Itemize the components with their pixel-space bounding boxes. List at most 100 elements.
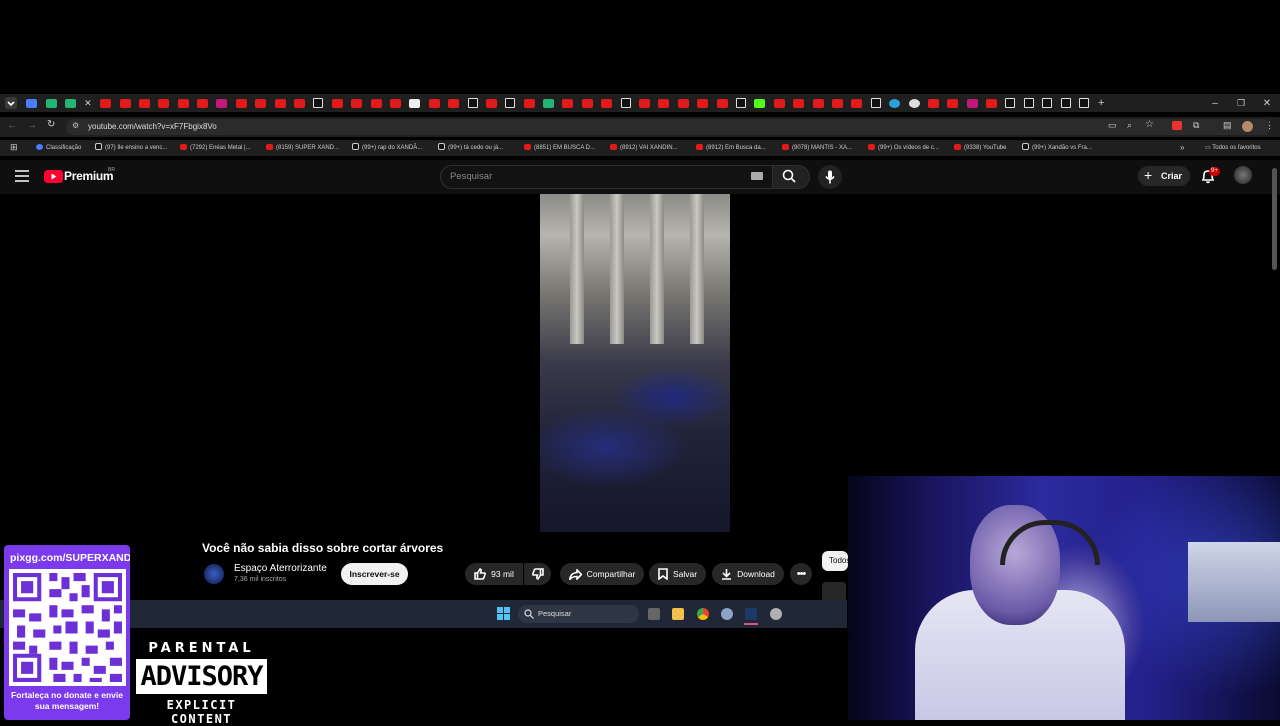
tab-favicon[interactable] [908,98,920,108]
keyboard-icon[interactable] [751,172,763,180]
tab-favicon[interactable] [831,98,843,108]
tab-favicon[interactable] [448,98,460,108]
bookmark-item[interactable]: (9078) MANTIS - XA... [782,143,852,153]
bookmark-item[interactable]: (9338) YouTube [954,143,1006,153]
tab-favicon[interactable] [947,98,959,108]
taskbar-search[interactable] [518,605,639,623]
tab-favicon[interactable] [197,98,209,108]
tab-favicon[interactable] [620,98,631,108]
site-info-icon[interactable]: ⚙ [72,121,79,130]
tab-favicon[interactable] [889,98,901,108]
tab-favicon[interactable] [716,98,728,108]
zoom-icon[interactable]: ⌕ [1127,120,1132,131]
bookmark-item[interactable]: (99+) rap do XANDÃ... [352,143,422,153]
minimize-icon[interactable]: – [1202,98,1228,109]
cast-icon[interactable]: ▭ [1108,120,1117,131]
channel-avatar[interactable] [204,564,224,584]
share-button[interactable]: Compartilhar [560,563,644,585]
save-button[interactable]: Salvar [649,563,706,585]
tab-favicon[interactable] [581,98,593,108]
tab-favicon[interactable] [543,98,555,108]
bookmark-item[interactable]: (7292) Enéas Metal |... [180,143,251,153]
tab-favicon[interactable] [523,98,535,108]
more-actions-button[interactable]: ••• [790,563,812,585]
bookmark-star-icon[interactable]: ☆ [1145,119,1154,130]
tab-favicon[interactable] [313,98,324,108]
sidepanel-icon[interactable]: ▤ [1223,120,1232,131]
youtube-premium-label[interactable]: Premium [64,169,114,183]
windows-start-icon[interactable] [497,607,510,620]
forward-icon[interactable]: → [27,120,37,131]
tab-favicon[interactable] [177,98,189,108]
dislike-button[interactable] [524,563,551,585]
tab-favicon[interactable] [870,98,881,108]
channel-name[interactable]: Espaço Aterrorizante [234,563,327,574]
tab-favicon[interactable] [562,98,574,108]
tab-favicon[interactable] [966,98,978,108]
tab-favicon[interactable] [428,98,440,108]
tab-favicon[interactable] [986,98,998,108]
tab-favicon[interactable] [658,98,670,108]
tab-favicon[interactable] [485,98,497,108]
tab-favicon[interactable] [26,98,38,108]
maximize-icon[interactable]: ❐ [1228,98,1254,109]
tab-favicon[interactable] [639,98,651,108]
bookmark-item[interactable]: Classificação [36,143,81,153]
apps-grid-icon[interactable]: ⊞ [10,142,18,153]
extension-icon[interactable] [1172,121,1182,130]
chrome-icon[interactable] [697,608,709,620]
reload-icon[interactable]: ↻ [47,119,55,130]
tab-favicon[interactable] [331,98,343,108]
new-tab-icon[interactable]: + [1098,97,1104,109]
settings-gear-icon[interactable] [721,608,733,620]
tab-search-icon[interactable] [4,96,18,110]
tab-favicon[interactable] [294,98,306,108]
tab-favicon[interactable] [158,98,170,108]
like-button[interactable]: 93 mil [465,563,523,585]
file-explorer-icon[interactable] [672,608,684,620]
recommendation-thumbnail[interactable] [822,582,846,602]
tab-favicon[interactable] [45,98,57,108]
tab-favicon[interactable] [601,98,613,108]
download-button[interactable]: Download [712,563,784,585]
tab-favicon[interactable] [754,98,766,108]
tab-favicon[interactable] [216,98,228,108]
back-icon[interactable]: ← [7,120,17,131]
subscribe-button[interactable]: Inscrever-se [341,563,408,585]
tab-favicon[interactable] [1005,98,1016,108]
bookmark-item[interactable]: (99+) Os vídeos de c... [868,143,939,153]
tab-favicon[interactable] [851,98,863,108]
bookmark-item[interactable]: (8159) SUPER XAND... [266,143,339,153]
tab-favicon[interactable] [467,98,478,108]
bookmark-item[interactable]: (99+) Xandão vs Fra... [1022,143,1092,153]
steam-icon[interactable] [745,608,757,620]
video-player[interactable] [540,194,730,532]
tab-favicon[interactable] [274,98,286,108]
tab-favicon[interactable] [812,98,824,108]
tab-favicon[interactable] [505,98,516,108]
tab-favicon[interactable] [389,98,401,108]
app-icon[interactable] [770,608,782,620]
chip-filter-all[interactable]: Todos [822,551,848,571]
more-bookmarks-icon[interactable]: » [1180,143,1184,152]
bookmark-item[interactable]: (99+) tá cedo ou já... [438,143,503,153]
hamburger-menu-icon[interactable] [15,170,29,182]
page-scrollbar[interactable] [1272,168,1277,270]
tab-favicon[interactable] [1060,98,1071,108]
bookmark-item[interactable]: (8851) EM BUSCA D... [524,143,595,153]
all-bookmarks-link[interactable]: ▭ Todos os favoritos [1205,143,1261,153]
bookmark-item[interactable]: (8912) Em Busca da... [696,143,766,153]
tab-favicon[interactable] [697,98,709,108]
extensions-puzzle-icon[interactable]: ⧉ [1193,120,1199,131]
account-avatar[interactable] [1234,166,1252,184]
tab-favicon[interactable] [255,98,267,108]
tab-favicon[interactable] [1079,98,1090,108]
tab-favicon[interactable] [773,98,785,108]
profile-avatar[interactable] [1242,121,1253,132]
tab-favicon[interactable] [736,98,746,108]
tab-close-icon[interactable]: ✕ [84,98,92,109]
tab-favicon[interactable] [351,98,363,108]
bookmark-item[interactable]: (8912) VAI XANDIN... [610,143,678,153]
tab-favicon[interactable] [138,98,150,108]
tab-favicon[interactable] [119,98,131,108]
